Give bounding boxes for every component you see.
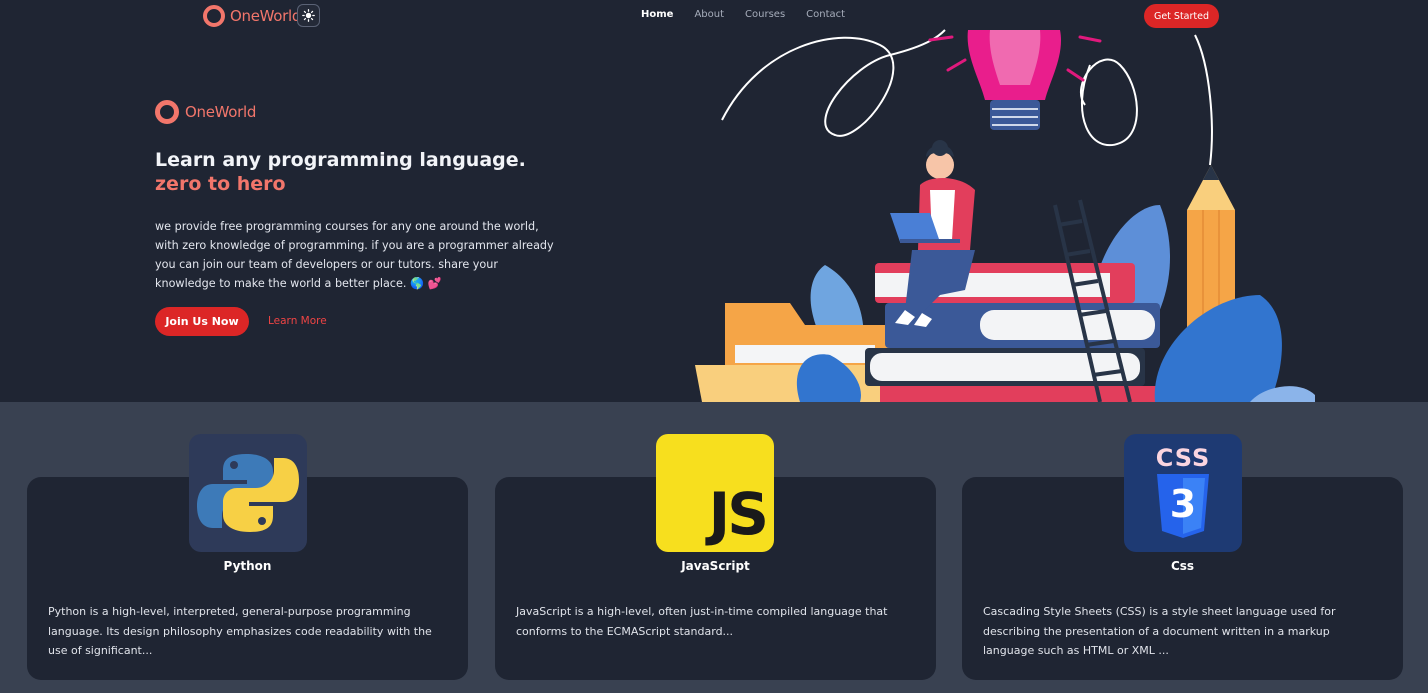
course-title: JavaScript	[681, 559, 750, 573]
nav-links: Home About Courses Contact	[641, 9, 866, 20]
logo-ring-icon	[155, 100, 179, 124]
hero-headline: Learn any programming language. zero to …	[155, 148, 526, 196]
hero-brand: OneWorld	[155, 100, 256, 124]
hero-description: we provide free programming courses for …	[155, 220, 554, 290]
hero-illustration	[695, 29, 1315, 402]
course-title: Css	[1170, 559, 1195, 573]
course-title: Python	[223, 559, 272, 573]
nav-brand-text: OneWorld	[230, 7, 302, 25]
js-logo-text: JS	[708, 480, 769, 548]
javascript-logo-icon: JS	[656, 434, 774, 552]
course-description: JavaScript is a high-level, often just-i…	[516, 605, 888, 638]
courses-section: Python Python is a high-level, interpret…	[0, 402, 1428, 693]
hero-brand-text: OneWorld	[185, 103, 257, 121]
nav-brand[interactable]: OneWorld	[203, 5, 301, 27]
nav-link-contact[interactable]: Contact	[806, 9, 845, 20]
learn-more-link[interactable]: Learn More	[268, 315, 327, 327]
hero-headline-text: Learn any programming language.	[155, 149, 526, 171]
python-logo-icon	[189, 434, 307, 552]
logo-ring-icon	[203, 5, 225, 27]
css-logo-icon: CSS 3	[1124, 434, 1242, 552]
nav-link-about[interactable]: About	[694, 9, 724, 20]
sun-icon	[302, 9, 315, 22]
hero-headline-accent: zero to hero	[155, 173, 286, 195]
course-description: Python is a high-level, interpreted, gen…	[48, 605, 432, 657]
course-description: Cascading Style Sheets (CSS) is a style …	[983, 605, 1336, 657]
css-shield-number: 3	[1169, 482, 1197, 526]
join-us-button[interactable]: Join Us Now	[155, 307, 249, 336]
theme-toggle-button[interactable]	[297, 4, 320, 27]
nav-link-courses[interactable]: Courses	[745, 9, 785, 20]
nav-link-home[interactable]: Home	[641, 9, 673, 20]
